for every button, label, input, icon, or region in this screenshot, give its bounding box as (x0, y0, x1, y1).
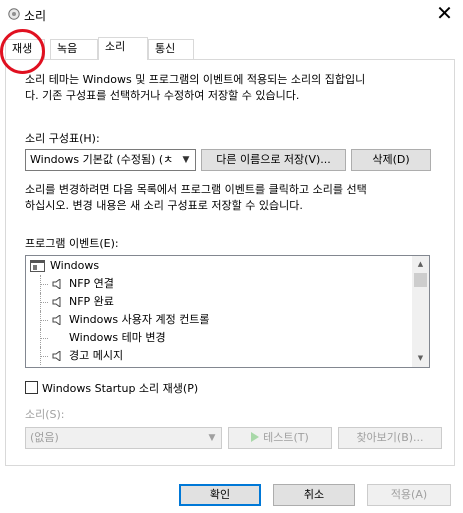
intro-text: 소리 테마는 Windows 및 프로그램의 이벤트에 적용되는 소리의 집합입… (25, 73, 366, 102)
tree-connector (40, 311, 50, 329)
tree-connector (40, 347, 50, 365)
list-scrollbar[interactable]: ▲ ▼ (412, 256, 429, 367)
list-item[interactable]: NFP 완료 (26, 293, 414, 311)
speaker-icon (52, 351, 61, 361)
speaker-app-icon (8, 8, 20, 20)
title-bar: 소리 ✕ (0, 0, 463, 30)
play-icon (251, 432, 260, 442)
browse-button[interactable]: 찾아보기(B)... (338, 427, 442, 449)
list-item[interactable]: Windows 사용자 계정 컨트롤 (26, 311, 414, 329)
tab-recording[interactable]: 녹음 (50, 39, 98, 59)
close-button[interactable]: ✕ (426, 0, 463, 28)
scheme-label: 소리 구성표(H): (25, 132, 100, 145)
apply-button[interactable]: 적용(A) (367, 484, 451, 506)
tab-strip: 재생 녹음 소리 통신 (0, 37, 463, 60)
scheme-select-value: Windows 기본값 (수정됨) (ㅊ (30, 153, 174, 166)
list-item[interactable]: 경고 메시지 (26, 347, 414, 365)
events-label: 프로그램 이벤트(E): (25, 237, 119, 250)
list-item[interactable]: Windows (26, 257, 414, 275)
test-button[interactable]: 테스트(T) (228, 427, 332, 449)
list-item[interactable]: NFP 연결 (26, 275, 414, 293)
chevron-down-icon: ▼ (182, 155, 190, 165)
speaker-icon (52, 315, 61, 325)
startup-sound-checkbox[interactable] (25, 381, 38, 394)
window-title: 소리 (24, 9, 47, 23)
tab-communications[interactable]: 통신 (148, 39, 194, 59)
sound-select-value: (없음) (30, 431, 59, 444)
list-item[interactable]: Windows 테마 변경 (26, 329, 414, 347)
scroll-down-icon[interactable]: ▼ (412, 350, 429, 367)
window-icon (30, 260, 45, 272)
scroll-thumb[interactable] (414, 273, 427, 287)
program-events-list[interactable]: Windows NFP 연결 NFP 완료 Windows 사용자 계정 컨트롤… (25, 255, 430, 368)
scheme-select[interactable]: Windows 기본값 (수정됨) (ㅊ ▼ (25, 149, 196, 171)
close-icon: ✕ (436, 1, 453, 25)
ok-button[interactable]: 확인 (179, 484, 261, 506)
speaker-icon (52, 279, 61, 289)
sound-label: 소리(S): (25, 408, 65, 421)
tree-connector (40, 293, 50, 311)
tab-sounds[interactable]: 소리 (98, 37, 148, 60)
scroll-up-icon[interactable]: ▲ (412, 256, 429, 273)
delete-button[interactable]: 삭제(D) (351, 149, 431, 171)
save-as-button[interactable]: 다른 이름으로 저장(V)... (201, 149, 346, 171)
chevron-down-icon: ▼ (208, 433, 216, 443)
speaker-icon (52, 297, 61, 307)
instructions-text: 소리를 변경하려면 다음 목록에서 프로그램 이벤트를 클릭하고 소리를 선택 … (25, 183, 367, 212)
tree-connector (40, 329, 50, 347)
tab-playback[interactable]: 재생 (5, 39, 45, 59)
sound-select[interactable]: (없음) ▼ (25, 427, 222, 449)
tree-connector (40, 275, 50, 293)
cancel-button[interactable]: 취소 (273, 484, 355, 506)
startup-sound-label[interactable]: Windows Startup 소리 재생(P) (42, 380, 198, 396)
